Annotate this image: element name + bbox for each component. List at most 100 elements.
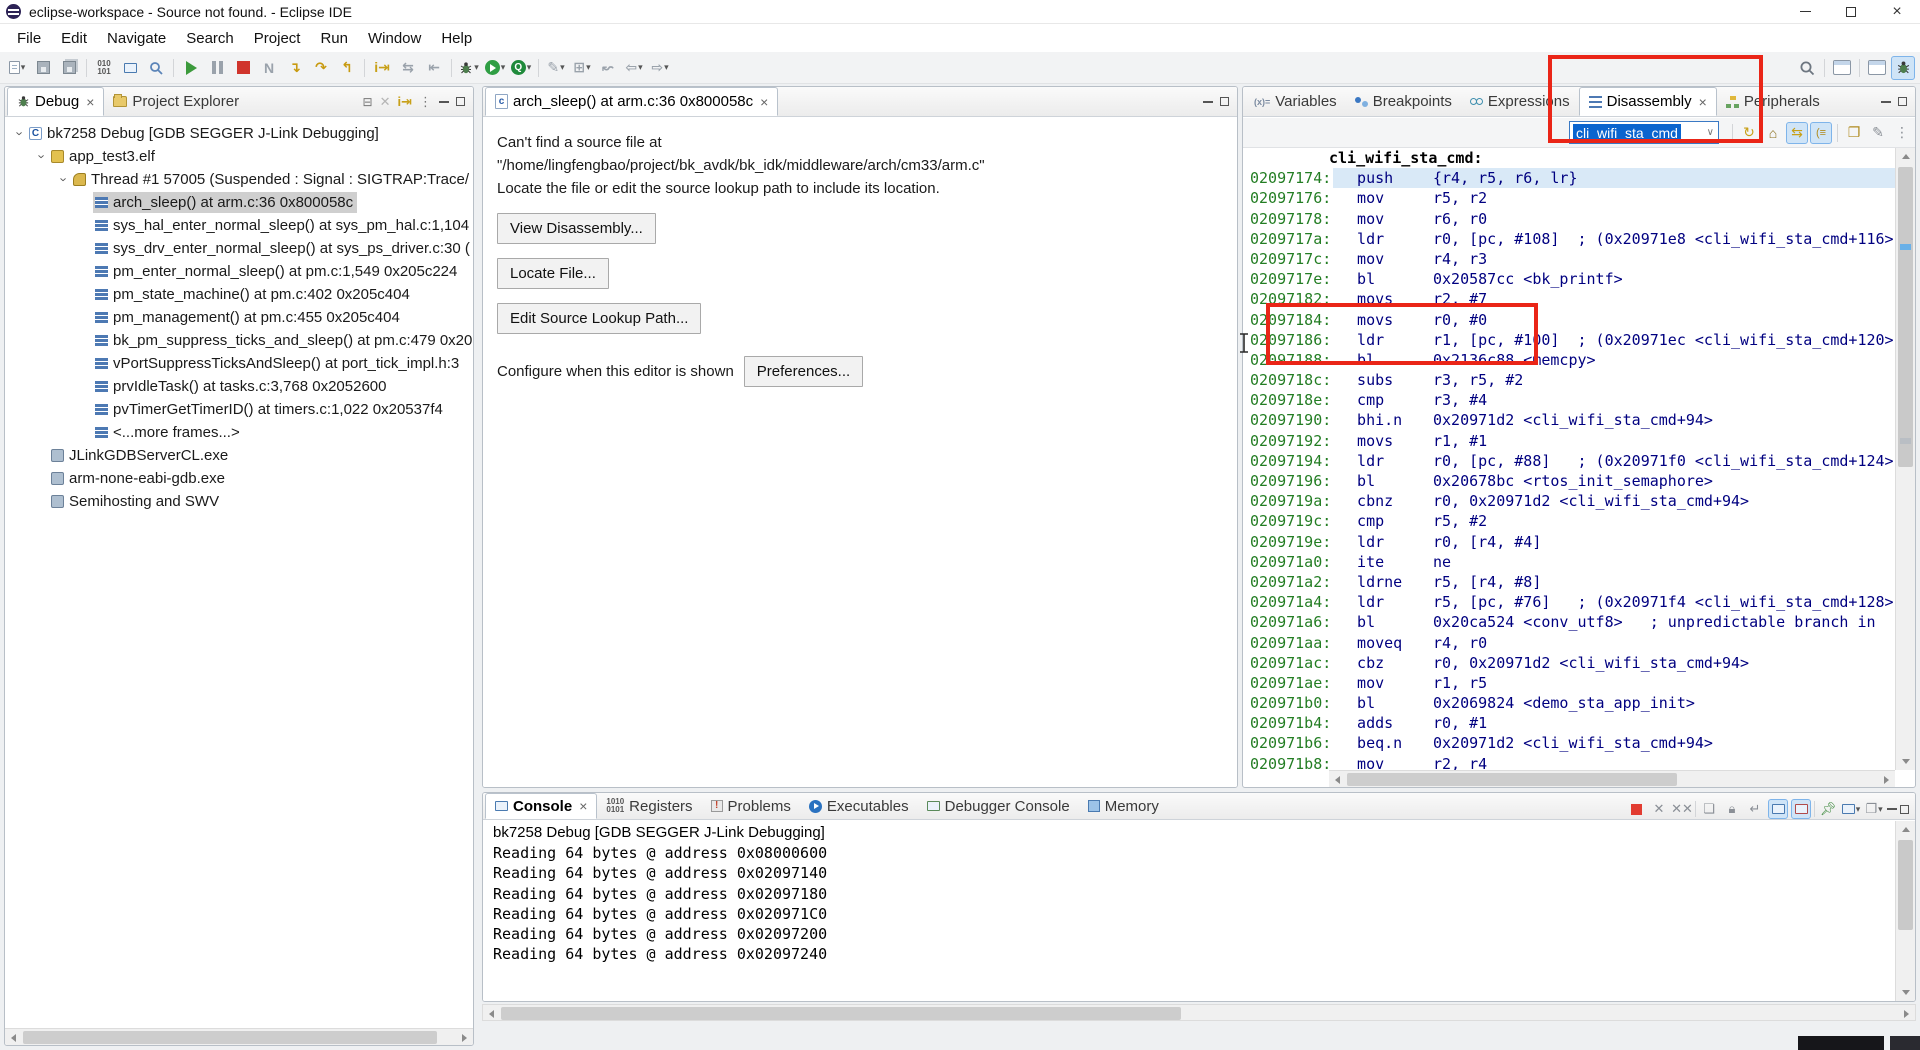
disassembly-row[interactable]: 02097192: movsr1, #1	[1243, 431, 1895, 451]
disassembly-row[interactable]: 02097174: push{r4, r5, r6, lr}	[1243, 168, 1895, 188]
disassembly-row[interactable]: 020971a6: bl0x20ca524 <conv_utf8> ; unpr…	[1243, 612, 1895, 632]
disassembly-row[interactable]: 0209719a: cbnzr0, 0x20971d2 <cli_wifi_st…	[1243, 491, 1895, 511]
debug-tree-row[interactable]: bk_pm_suppress_ticks_and_sleep() at pm.c…	[5, 329, 473, 352]
external-tools-button[interactable]: ✎▾	[544, 56, 568, 80]
remove-all-terminated-button[interactable]: ✕	[380, 94, 391, 110]
debug-tree-row[interactable]: ›Cbk7258 Debug [GDB SEGGER J-Link Debugg…	[5, 122, 473, 145]
disassembly-row[interactable]: 020971b6: beq.n0x20971d2 <cli_wifi_sta_c…	[1243, 733, 1895, 753]
tab-variables[interactable]: (x)= Variables	[1245, 87, 1346, 116]
debug-tree-row[interactable]: <...more frames...>	[5, 421, 473, 444]
debug-tree-row[interactable]: sys_drv_enter_normal_sleep() at sys_ps_d…	[5, 237, 473, 260]
drop-to-frame-button[interactable]: ⇤	[422, 56, 446, 80]
tab-peripherals[interactable]: Peripherals	[1717, 87, 1829, 116]
annotations-button[interactable]: ⊞▾	[570, 56, 594, 80]
tab-breakpoints[interactable]: Breakpoints	[1346, 87, 1461, 116]
locate-file-button[interactable]: Locate File...	[497, 258, 609, 289]
save-button[interactable]	[31, 56, 55, 80]
debug-tree-row[interactable]: sys_hal_enter_normal_sleep() at sys_pm_h…	[5, 214, 473, 237]
quick-access-search-button[interactable]	[1795, 56, 1819, 80]
menu-project[interactable]: Project	[245, 27, 310, 50]
save-all-button[interactable]	[57, 56, 81, 80]
minimize-view-button[interactable]	[439, 101, 449, 103]
disassembly-row[interactable]: 0209717c: movr4, r3	[1243, 249, 1895, 269]
disassembly-row[interactable]: 0209718c: subsr3, r5, #2	[1243, 370, 1895, 390]
display-selected-console-icon[interactable]: ▾	[1841, 799, 1861, 819]
tab-problems[interactable]: Problems	[702, 793, 800, 819]
window-close-button[interactable]: ×	[1874, 0, 1920, 23]
disassembly-row[interactable]: 020971a0: itene	[1243, 552, 1895, 572]
debug-tree-row[interactable]: ›app_test3.elf	[5, 145, 473, 168]
disassembly-vscrollbar[interactable]	[1895, 148, 1915, 770]
terminate-button[interactable]	[231, 56, 255, 80]
expand-chevron-icon[interactable]: ›	[13, 127, 28, 141]
show-console-on-stdout-icon[interactable]	[1768, 799, 1788, 819]
close-icon[interactable]: ×	[760, 94, 768, 110]
disassembly-row[interactable]: 020971a4: ldrr5, [pc, #76] ; (0x20971f4 …	[1243, 592, 1895, 612]
disassembly-row[interactable]: 0209718e: cmpr3, #4	[1243, 390, 1895, 410]
console-vscrollbar[interactable]	[1895, 821, 1915, 1001]
view-disassembly-button[interactable]: View Disassembly...	[497, 213, 656, 244]
disassembly-row[interactable]: 020971b8: movr2, r4	[1243, 754, 1895, 770]
disassembly-row[interactable]: 02097176: movr5, r2	[1243, 188, 1895, 208]
tab-expressions[interactable]: Expressions	[1461, 87, 1579, 116]
debug-tree-row[interactable]: JLinkGDBServerCL.exe	[5, 444, 473, 467]
tab-memory[interactable]: Memory	[1079, 793, 1168, 819]
menu-navigate[interactable]: Navigate	[98, 27, 175, 50]
disassembly-row[interactable]: 020971ac: cbzr0, 0x20971d2 <cli_wifi_sta…	[1243, 653, 1895, 673]
debug-perspective-button[interactable]	[1891, 56, 1915, 80]
home-icon[interactable]: ⌂	[1762, 122, 1784, 144]
coverage-button[interactable]: Q▾	[509, 56, 533, 80]
tab-project-explorer[interactable]: Project Explorer	[104, 87, 248, 116]
disassembly-row[interactable]: 02097194: ldrr0, [pc, #88] ; (0x20971f0 …	[1243, 451, 1895, 471]
disassembly-row[interactable]: 020971b4: addsr0, #1	[1243, 713, 1895, 733]
disassembly-row[interactable]: 020971b0: bl0x2069824 <demo_sta_app_init…	[1243, 693, 1895, 713]
disassembly-hscrollbar[interactable]	[1329, 770, 1895, 787]
preferences-button[interactable]: Preferences...	[744, 356, 863, 387]
new-wizard-button[interactable]: ▾	[5, 56, 29, 80]
debug-tree-row[interactable]: vPortSuppressTicksAndSleep() at port_tic…	[5, 352, 473, 375]
disassembly-listing[interactable]: cli_wifi_sta_cmd:02097174: push{r4, r5, …	[1243, 148, 1895, 770]
disassembly-row[interactable]: 02097186: ldrr1, [pc, #100] ; (0x20971ec…	[1243, 330, 1895, 350]
tab-debug[interactable]: Debug ×	[7, 87, 104, 116]
terminate-console-icon[interactable]	[1626, 799, 1646, 819]
search-dialog-button[interactable]	[144, 56, 168, 80]
disconnect-button[interactable]: N	[257, 56, 281, 80]
step-into-button[interactable]: ↴	[283, 56, 307, 80]
word-wrap-icon[interactable]: ↵	[1745, 799, 1765, 819]
minimize-editor-button[interactable]	[1203, 101, 1213, 103]
expand-chevron-icon[interactable]: ›	[57, 173, 72, 187]
disassembly-row[interactable]: 020971aa: moveqr4, r0	[1243, 633, 1895, 653]
pin-console-icon[interactable]: 📌︎	[1818, 799, 1838, 819]
tab-editor-arch-sleep[interactable]: c arch_sleep() at arm.c:36 0x800058c ×	[485, 87, 778, 116]
window-minimize-button[interactable]	[1782, 0, 1828, 23]
minimize-view-button[interactable]	[1881, 101, 1891, 103]
open-console-button[interactable]	[118, 56, 142, 80]
tab-registers[interactable]: 10100101 Registers	[597, 793, 701, 819]
debug-tree-row[interactable]: pvTimerGetTimerID() at timers.c:1,022 0x…	[5, 398, 473, 421]
disassembly-row[interactable]: 02097188: bl0x2136c88 <memcpy>	[1243, 350, 1895, 370]
open-console-icon[interactable]: ❐▾	[1864, 799, 1884, 819]
disassembly-row[interactable]: 0209719e: ldrr0, [r4, #4]	[1243, 532, 1895, 552]
run-history-button[interactable]: ▾	[483, 56, 507, 80]
back-button[interactable]: ⇦▾	[622, 56, 646, 80]
instruction-stepping-button[interactable]: ⇆	[396, 56, 420, 80]
maximize-editor-button[interactable]	[1220, 97, 1229, 106]
disassembly-row[interactable]: 02097196: bl0x20678bc <rtos_init_semapho…	[1243, 471, 1895, 491]
close-icon[interactable]: ×	[86, 94, 94, 110]
disassembly-row[interactable]: 02097178: movr6, r0	[1243, 209, 1895, 229]
debug-tree-row[interactable]: pm_management() at pm.c:455 0x205c404	[5, 306, 473, 329]
maximize-view-button[interactable]	[456, 97, 465, 106]
close-icon[interactable]: ×	[1699, 94, 1707, 110]
disassembly-row[interactable]: 0209719c: cmpr5, #2	[1243, 511, 1895, 531]
debug-tree-row[interactable]: pm_enter_normal_sleep() at pm.c:1,549 0x…	[5, 260, 473, 283]
debug-tree-row[interactable]: prvIdleTask() at tasks.c:3,768 0x2052600	[5, 375, 473, 398]
console-hscrollbar[interactable]	[482, 1004, 1916, 1021]
refresh-view-icon[interactable]: ↻	[1738, 122, 1760, 144]
suspend-button[interactable]	[205, 56, 229, 80]
disassembly-row[interactable]: 0209717a: ldrr0, [pc, #108] ; (0x20971e8…	[1243, 229, 1895, 249]
disassembly-address-combo[interactable]: cli_wifi_sta_cmd ∨	[1569, 121, 1719, 144]
expand-chevron-icon[interactable]: ›	[35, 150, 50, 164]
menu-help[interactable]: Help	[432, 27, 481, 50]
debug-history-button[interactable]: ▾	[457, 56, 481, 80]
pin-view-icon[interactable]: ✎	[1867, 122, 1889, 144]
